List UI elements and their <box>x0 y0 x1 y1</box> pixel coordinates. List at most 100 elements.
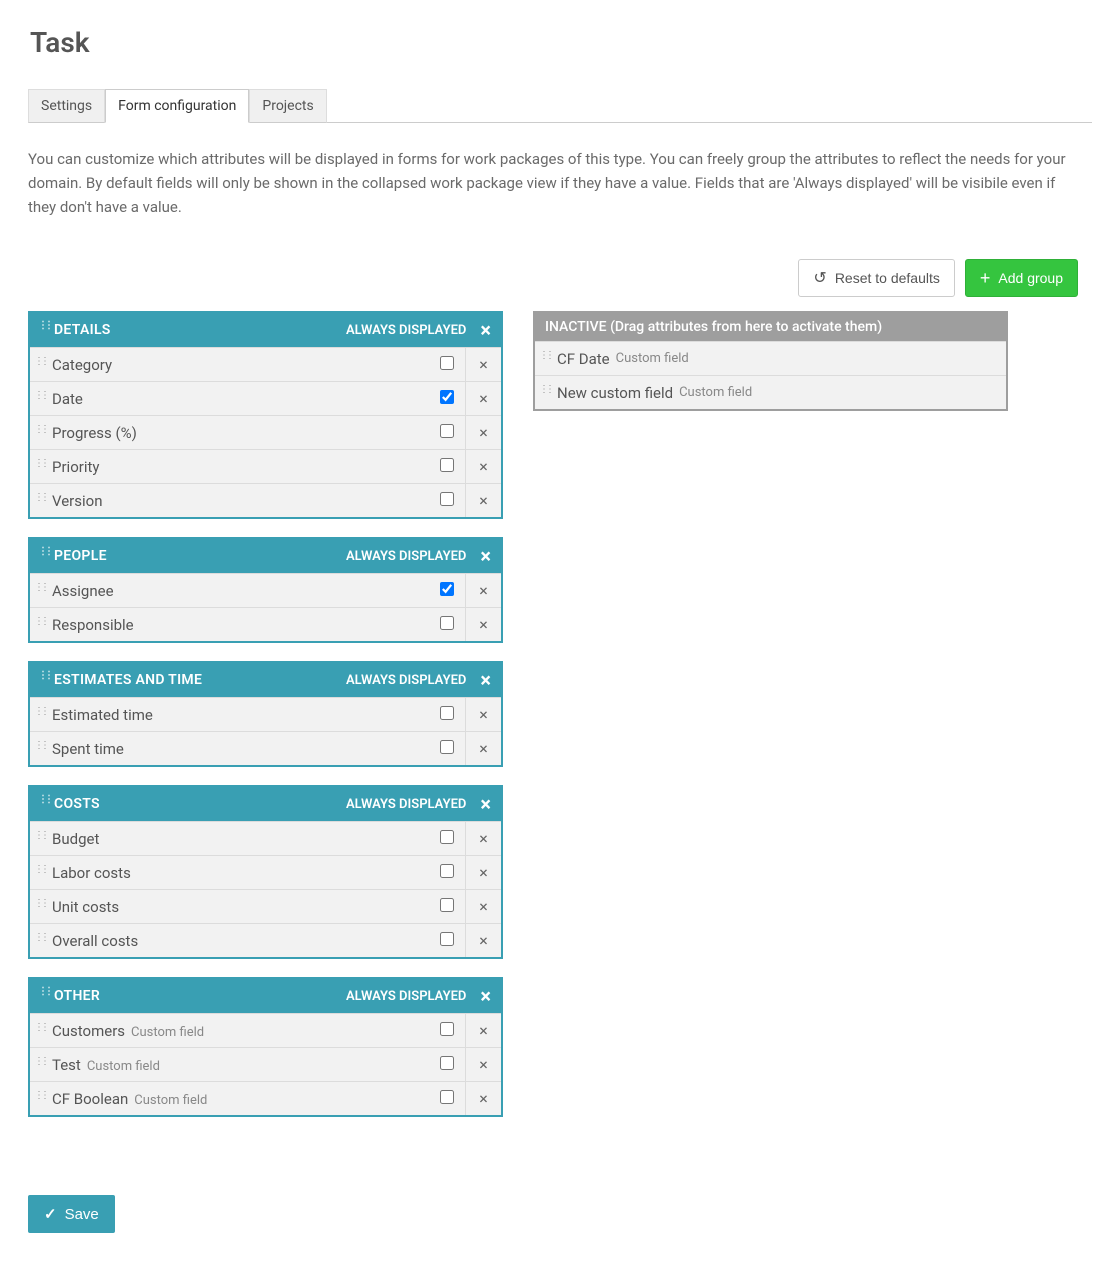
drag-handle-icon[interactable] <box>36 1090 46 1108</box>
always-displayed-checkbox[interactable] <box>440 1022 454 1036</box>
always-displayed-checkbox[interactable] <box>440 932 454 946</box>
drag-handle-icon[interactable] <box>36 1022 46 1040</box>
group-details: DETAILSALWAYS DISPLAYED×Category×Date×Pr… <box>28 311 503 519</box>
field-row[interactable]: CF BooleanCustom field × <box>30 1081 501 1115</box>
always-displayed-checkbox[interactable] <box>440 390 454 404</box>
drag-handle-icon[interactable] <box>36 932 46 950</box>
remove-group-icon[interactable]: × <box>480 546 491 566</box>
remove-field-icon[interactable]: × <box>465 822 501 855</box>
drag-handle-icon[interactable] <box>36 458 46 476</box>
drag-handle-icon[interactable] <box>541 350 551 368</box>
drag-handle-icon[interactable] <box>36 424 46 442</box>
drag-handle-icon[interactable] <box>40 548 48 564</box>
remove-field-icon[interactable]: × <box>465 732 501 765</box>
drag-handle-icon[interactable] <box>36 898 46 916</box>
remove-field-icon[interactable]: × <box>465 856 501 889</box>
field-row[interactable]: Responsible× <box>30 607 501 641</box>
tab-projects[interactable]: Projects <box>249 89 326 123</box>
field-row[interactable]: Date× <box>30 381 501 415</box>
reset-label: Reset to defaults <box>835 270 940 286</box>
always-displayed-checkbox[interactable] <box>440 830 454 844</box>
inactive-field-row[interactable]: CF DateCustom field <box>535 341 1006 375</box>
group-header[interactable]: ESTIMATES AND TIMEALWAYS DISPLAYED× <box>30 663 501 697</box>
always-displayed-checkbox[interactable] <box>440 1090 454 1104</box>
field-row[interactable]: Assignee× <box>30 573 501 607</box>
drag-handle-icon[interactable] <box>36 390 46 408</box>
group-name: COSTS <box>54 796 346 812</box>
remove-field-icon[interactable]: × <box>465 484 501 517</box>
field-row[interactable]: Labor costs× <box>30 855 501 889</box>
field-label: Progress (%) <box>52 424 429 442</box>
field-row[interactable]: Spent time× <box>30 731 501 765</box>
remove-field-icon[interactable]: × <box>465 450 501 483</box>
remove-field-icon[interactable]: × <box>465 1048 501 1081</box>
drag-handle-icon[interactable] <box>40 322 48 338</box>
field-row[interactable]: CustomersCustom field× <box>30 1013 501 1047</box>
field-label: Priority <box>52 458 429 476</box>
remove-field-icon[interactable]: × <box>465 608 501 641</box>
remove-group-icon[interactable]: × <box>480 670 491 690</box>
group-header[interactable]: PEOPLEALWAYS DISPLAYED× <box>30 539 501 573</box>
always-displayed-checkbox[interactable] <box>440 424 454 438</box>
group-header[interactable]: COSTSALWAYS DISPLAYED × <box>30 787 501 821</box>
field-row[interactable]: Estimated time× <box>30 697 501 731</box>
drag-handle-icon[interactable] <box>36 492 46 510</box>
check-icon <box>44 1205 57 1223</box>
group-name: DETAILS <box>54 322 346 338</box>
drag-handle-icon[interactable] <box>36 582 46 600</box>
always-displayed-checkbox[interactable] <box>440 582 454 596</box>
drag-handle-icon[interactable] <box>40 988 48 1004</box>
drag-handle-icon[interactable] <box>36 1056 46 1074</box>
field-row[interactable]: Category× <box>30 347 501 381</box>
remove-field-icon[interactable]: × <box>465 574 501 607</box>
always-displayed-checkbox[interactable] <box>440 356 454 370</box>
group-header[interactable]: DETAILSALWAYS DISPLAYED× <box>30 313 501 347</box>
always-displayed-checkbox[interactable] <box>440 740 454 754</box>
always-displayed-checkbox[interactable] <box>440 458 454 472</box>
remove-group-icon[interactable]: × <box>480 320 491 340</box>
save-button[interactable]: Save <box>28 1195 115 1233</box>
always-displayed-checkbox[interactable] <box>440 492 454 506</box>
drag-handle-icon[interactable] <box>36 740 46 758</box>
drag-handle-icon[interactable] <box>36 706 46 724</box>
remove-field-icon[interactable]: × <box>465 416 501 449</box>
remove-group-icon[interactable]: × <box>480 794 491 814</box>
remove-field-icon[interactable]: × <box>465 698 501 731</box>
field-row[interactable]: Priority × <box>30 449 501 483</box>
reset-defaults-button[interactable]: ↺ Reset to defaults <box>798 259 954 297</box>
drag-handle-icon[interactable] <box>40 796 48 812</box>
field-row[interactable]: Progress (%) × <box>30 415 501 449</box>
undo-icon: ↺ <box>813 268 826 288</box>
group-header[interactable]: OTHERALWAYS DISPLAYED× <box>30 979 501 1013</box>
always-displayed-checkbox[interactable] <box>440 864 454 878</box>
add-group-button[interactable]: + Add group <box>965 259 1078 297</box>
remove-field-icon[interactable]: × <box>465 1014 501 1047</box>
always-displayed-checkbox[interactable] <box>440 898 454 912</box>
drag-handle-icon[interactable] <box>36 356 46 374</box>
always-displayed-checkbox[interactable] <box>440 706 454 720</box>
field-row[interactable]: TestCustom field× <box>30 1047 501 1081</box>
remove-field-icon[interactable]: × <box>465 382 501 415</box>
always-displayed-heading: ALWAYS DISPLAYED <box>346 797 466 812</box>
remove-field-icon[interactable]: × <box>465 890 501 923</box>
tab-form-configuration[interactable]: Form configuration <box>105 89 249 123</box>
remove-field-icon[interactable]: × <box>465 1082 501 1115</box>
field-label: CF BooleanCustom field <box>52 1090 429 1108</box>
drag-handle-icon[interactable] <box>40 672 48 688</box>
remove-group-icon[interactable]: × <box>480 986 491 1006</box>
field-row[interactable]: Budget× <box>30 821 501 855</box>
drag-handle-icon[interactable] <box>36 830 46 848</box>
always-displayed-checkbox[interactable] <box>440 1056 454 1070</box>
field-row[interactable]: Overall costs× <box>30 923 501 957</box>
field-label: Version <box>52 492 429 510</box>
field-row[interactable]: Unit costs× <box>30 889 501 923</box>
remove-field-icon[interactable]: × <box>465 924 501 957</box>
inactive-field-row[interactable]: New custom fieldCustom field <box>535 375 1006 409</box>
tab-settings[interactable]: Settings <box>28 89 105 123</box>
remove-field-icon[interactable]: × <box>465 348 501 381</box>
always-displayed-checkbox[interactable] <box>440 616 454 630</box>
drag-handle-icon[interactable] <box>36 864 46 882</box>
field-row[interactable]: Version × <box>30 483 501 517</box>
drag-handle-icon[interactable] <box>36 616 46 634</box>
drag-handle-icon[interactable] <box>541 384 551 402</box>
